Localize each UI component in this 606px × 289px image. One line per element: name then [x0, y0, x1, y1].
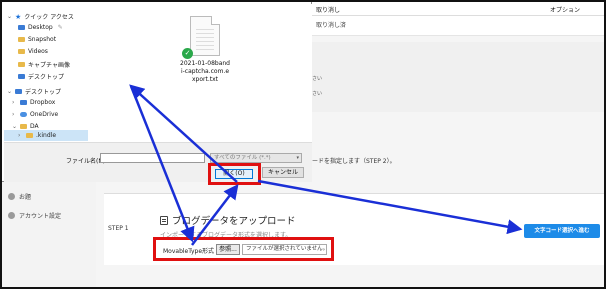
arrow-to-file [129, 84, 238, 183]
arrow-to-encoding [257, 179, 523, 235]
arrow-to-browse [129, 85, 195, 243]
arrow-to-open [191, 184, 239, 246]
annotation-arrows [129, 84, 523, 246]
